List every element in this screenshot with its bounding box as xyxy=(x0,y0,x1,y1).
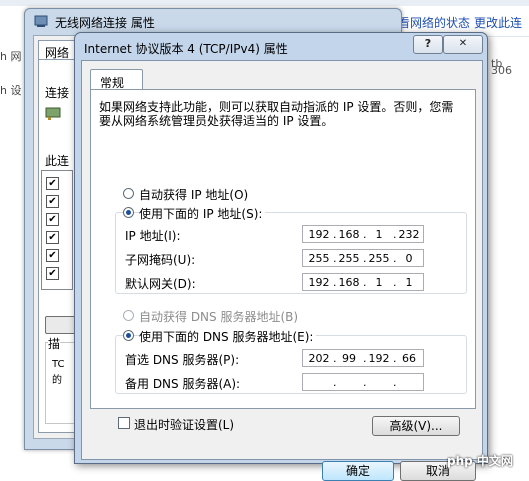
alternate-dns-label: 备用 DNS 服务器(A): xyxy=(125,377,241,391)
tab-general[interactable]: 常规 xyxy=(90,69,143,90)
dialog-title: Internet 协议版本 4 (TCP/IPv4) 属性 xyxy=(84,42,288,56)
preferred-dns-label: 首选 DNS 服务器(P): xyxy=(125,353,240,367)
ip-manual-label[interactable]: 使用下面的 IP 地址(S): xyxy=(139,205,266,222)
subnet-mask-label: 子网掩码(U): xyxy=(125,253,196,267)
item-checkbox[interactable]: ✔ xyxy=(46,249,59,262)
validate-on-exit-label[interactable]: 退出时验证设置(L) xyxy=(134,416,234,433)
description-label: 描 xyxy=(48,335,61,352)
description-text: 如果网络支持此功能，则可以获取自动指派的 IP 设置。否则，您需要从网络系统管理… xyxy=(99,100,454,128)
background-right-text: 306 xyxy=(491,64,512,77)
dns-auto-radio[interactable] xyxy=(123,310,134,321)
items-label: 此连 xyxy=(45,154,70,168)
item-checkbox[interactable]: ✔ xyxy=(46,267,59,280)
item-checkbox[interactable]: ✔ xyxy=(46,213,59,226)
install-button[interactable] xyxy=(45,316,77,334)
close-button[interactable]: ✕ xyxy=(443,35,483,54)
ok-button[interactable]: 确定 xyxy=(322,461,394,481)
adapter-icon xyxy=(45,107,61,120)
items-list[interactable]: ✔ ✔ ✔ ✔ ✔ ✔ xyxy=(41,170,73,290)
ip-manual-radio[interactable] xyxy=(123,207,134,218)
description-group: 描 TC 的 xyxy=(45,335,77,424)
item-checkbox[interactable]: ✔ xyxy=(46,231,59,244)
alternate-dns-field[interactable]: . . . xyxy=(302,373,424,391)
dns-manual-label[interactable]: 使用下面的 DNS 服务器地址(E): xyxy=(139,328,317,345)
ip-auto-label[interactable]: 自动获得 IP 地址(O) xyxy=(139,186,248,203)
description-text: 的 xyxy=(52,375,62,386)
background-left-panel: h 网 h 设 xyxy=(0,36,26,474)
dns-auto-label[interactable]: 自动获得 DNS 服务器地址(B) xyxy=(139,308,298,325)
validate-on-exit-checkbox[interactable] xyxy=(118,417,130,429)
dns-manual-radio[interactable] xyxy=(123,330,134,341)
dialog-client-area: 常规 如果网络支持此功能，则可以获取自动指派的 IP 设置。否则，您需要从网络系… xyxy=(81,60,483,481)
help-button[interactable]: ? xyxy=(413,35,443,54)
general-tab-panel: 如果网络支持此功能，则可以获取自动指派的 IP 设置。否则，您需要从网络系统管理… xyxy=(90,89,476,409)
subnet-mask-field[interactable]: 255. 255. 255. 0 xyxy=(302,249,424,267)
ip-address-field[interactable]: 192. 168. 1. 232 xyxy=(302,225,424,243)
preferred-dns-field[interactable]: 202. 99. 192. 66 xyxy=(302,349,424,367)
background-left-text: h 网 xyxy=(0,50,22,63)
background-left-text: h 设 xyxy=(0,84,22,97)
advanced-button[interactable]: 高级(V)... xyxy=(372,416,460,436)
ip-auto-radio[interactable] xyxy=(123,188,134,199)
site-watermark: php 中文网 xyxy=(447,454,513,468)
connect-using-label: 连接 xyxy=(45,86,70,100)
adapter-dialog-title: 无线网络连接 属性 xyxy=(55,16,155,30)
description-text: TC xyxy=(52,359,65,370)
network-adapter-icon xyxy=(34,15,48,27)
ip-address-label: IP 地址(I): xyxy=(125,229,181,243)
view-network-status-link[interactable]: 看网络的状态 xyxy=(398,14,470,31)
tcpipv4-properties-dialog: Internet 协议版本 4 (TCP/IPv4) 属性 ? ✕ 常规 如果网… xyxy=(74,32,488,481)
background-menu-strip xyxy=(0,0,529,6)
item-checkbox[interactable]: ✔ xyxy=(46,195,59,208)
default-gateway-field[interactable]: 192. 168. 1. 1 xyxy=(302,273,424,291)
default-gateway-label: 默认网关(D): xyxy=(125,277,196,291)
item-checkbox[interactable]: ✔ xyxy=(46,177,59,190)
